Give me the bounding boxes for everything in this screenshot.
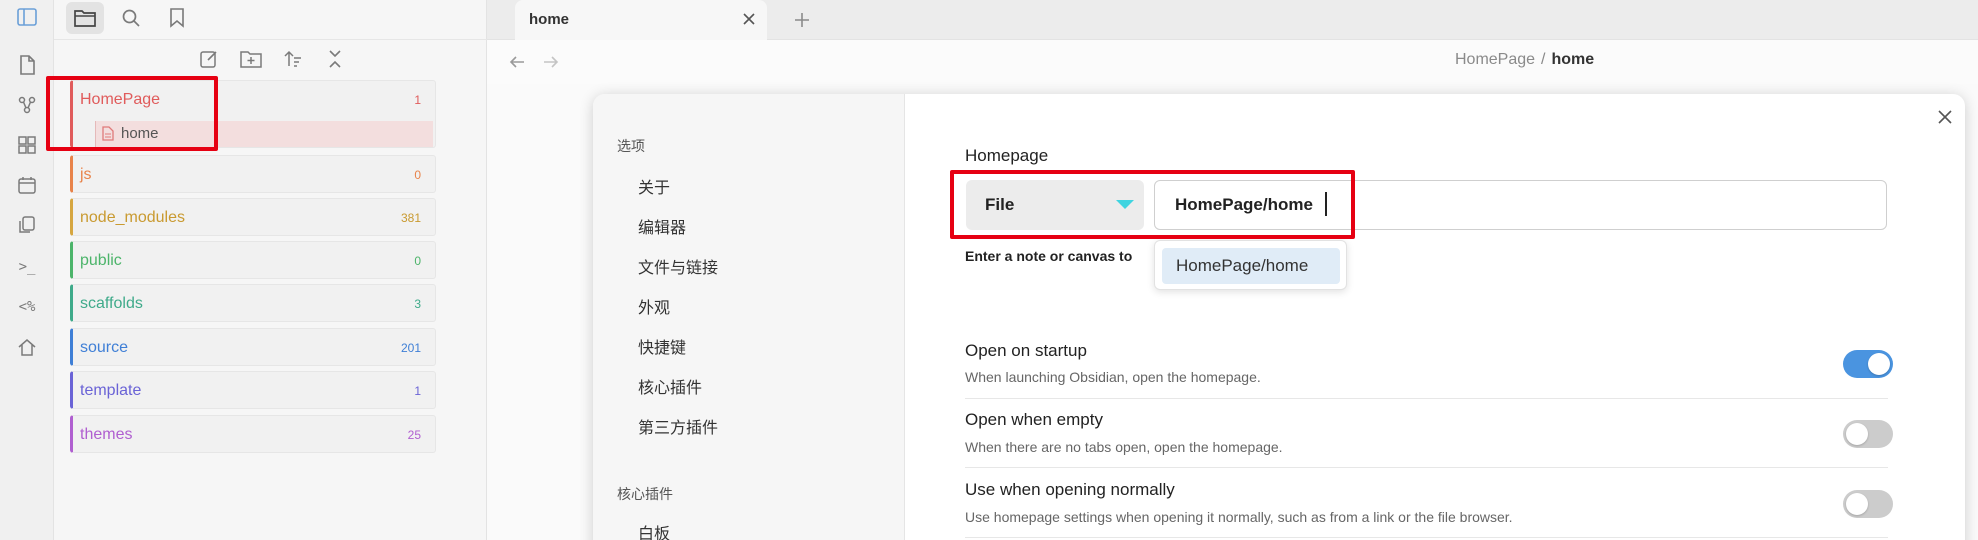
file-nav-actions	[188, 46, 356, 72]
forward-arrow-icon[interactable]	[539, 50, 563, 74]
toggle-open-when-empty[interactable]	[1843, 420, 1893, 448]
folder-count: 1	[414, 93, 421, 107]
folder-count: 0	[414, 168, 421, 182]
breadcrumb-current[interactable]: home	[1552, 51, 1595, 68]
folder-name: js	[80, 166, 92, 183]
folder-count: 25	[407, 428, 421, 442]
terminal-icon[interactable]: >_	[14, 254, 40, 280]
toggle-knob	[1846, 493, 1868, 515]
nav-item-canvas[interactable]: 白板	[638, 520, 670, 540]
folder-source[interactable]: source 201	[70, 328, 436, 366]
sort-icon[interactable]	[272, 46, 314, 72]
settings-modal: 选项 关于 编辑器 文件与链接 外观 快捷键 核心插件 第三方插件 核心插件 白…	[593, 94, 1965, 540]
code-icon[interactable]: <%	[14, 294, 40, 320]
nav-item-hotkeys[interactable]: 快捷键	[638, 334, 686, 358]
files-icon[interactable]	[66, 2, 104, 34]
canvas-icon[interactable]	[14, 132, 40, 158]
breadcrumb: HomePage / home	[1455, 51, 1594, 69]
homepage-label: Homepage	[965, 146, 1049, 165]
setting-desc-use-when-opening-normally: Use homepage settings when opening it no…	[965, 509, 1513, 525]
setting-title-use-when-opening-normally: Use when opening normally	[965, 480, 1175, 499]
toggle-knob	[1868, 353, 1890, 375]
view-header: HomePage / home	[487, 40, 1978, 84]
nav-item-community-plugins[interactable]: 第三方插件	[638, 414, 718, 438]
bookmark-icon[interactable]	[158, 2, 196, 34]
folder-name: node_modules	[80, 209, 185, 226]
folder-name: public	[80, 252, 122, 269]
folder-name: themes	[80, 426, 133, 443]
folder-count: 3	[414, 297, 421, 311]
new-note-icon[interactable]	[14, 52, 40, 78]
folder-count: 381	[400, 211, 421, 225]
folder-count: 0	[414, 254, 421, 268]
folder-name: scaffolds	[80, 295, 143, 312]
setting-desc-open-when-empty: When there are no tabs open, open the ho…	[965, 439, 1283, 455]
nav-section-options: 选项	[617, 138, 645, 154]
suggestion-item[interactable]: HomePage/home	[1162, 248, 1340, 284]
homepage-hint: Enter a note or canvas to	[965, 248, 1133, 264]
nav-item-appearance[interactable]: 外观	[638, 294, 670, 318]
folder-node-modules[interactable]: node_modules 381	[70, 198, 436, 236]
divider	[965, 537, 1888, 538]
folder-template[interactable]: template 1	[70, 371, 436, 409]
back-arrow-icon[interactable]	[505, 50, 529, 74]
sidebar-toggle-icon[interactable]	[14, 4, 40, 30]
nav-item-core-plugins[interactable]: 核心插件	[638, 374, 702, 398]
suggestion-popup: HomePage/home	[1154, 240, 1347, 290]
toggle-use-when-opening-normally[interactable]	[1843, 490, 1893, 518]
new-note-icon[interactable]	[188, 46, 230, 72]
new-tab-plus-icon[interactable]	[790, 8, 814, 32]
tab-home[interactable]: home	[515, 0, 767, 40]
nav-item-editor[interactable]: 编辑器	[638, 214, 686, 238]
folder-themes[interactable]: themes 25	[70, 415, 436, 453]
breadcrumb-separator: /	[1541, 51, 1546, 68]
collapse-icon[interactable]	[314, 46, 356, 72]
annotation-box-sidebar	[46, 76, 218, 151]
toggle-knob	[1846, 423, 1868, 445]
close-icon[interactable]	[1934, 106, 1956, 128]
annotation-box-homepage-input	[950, 170, 1355, 239]
new-folder-icon[interactable]	[230, 46, 272, 72]
calendar-icon[interactable]	[14, 172, 40, 198]
folder-count: 1	[414, 384, 421, 398]
folder-public[interactable]: public 0	[70, 241, 436, 279]
nav-item-about[interactable]: 关于	[638, 174, 670, 198]
settings-nav: 选项 关于 编辑器 文件与链接 外观 快捷键 核心插件 第三方插件 核心插件 白…	[593, 94, 905, 540]
setting-title-open-when-empty: Open when empty	[965, 410, 1103, 429]
sidebar-tab-bar	[54, 0, 487, 40]
home-icon[interactable]	[14, 334, 40, 360]
toggle-open-on-startup[interactable]	[1843, 350, 1893, 378]
folder-scaffolds[interactable]: scaffolds 3	[70, 284, 436, 322]
search-icon[interactable]	[112, 2, 150, 34]
setting-desc-open-on-startup: When launching Obsidian, open the homepa…	[965, 369, 1261, 385]
graph-icon[interactable]	[14, 92, 40, 118]
setting-title-open-on-startup: Open on startup	[965, 341, 1087, 360]
folder-js[interactable]: js 0	[70, 155, 436, 193]
breadcrumb-parent[interactable]: HomePage	[1455, 51, 1535, 68]
nav-item-files-links[interactable]: 文件与链接	[638, 254, 718, 278]
close-icon[interactable]	[741, 11, 757, 32]
folder-count: 201	[400, 341, 421, 355]
divider	[965, 467, 1888, 468]
templates-icon[interactable]	[14, 212, 40, 238]
folder-name: template	[80, 382, 142, 399]
tab-label: home	[529, 11, 570, 28]
nav-section-core-plugins: 核心插件	[617, 486, 673, 502]
tab-bar: home	[487, 0, 1978, 40]
folder-name: source	[80, 339, 129, 356]
divider	[965, 398, 1888, 399]
